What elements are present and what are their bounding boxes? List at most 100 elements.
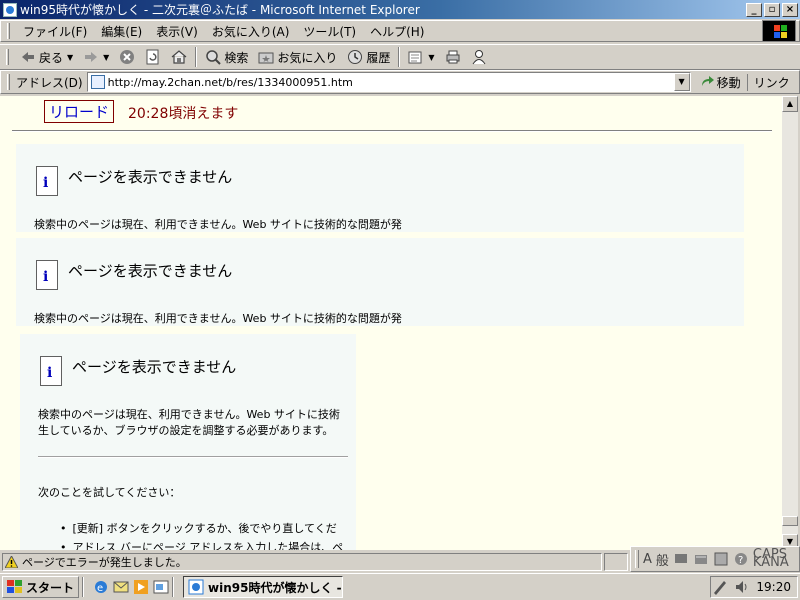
go-arrow-icon [699, 74, 715, 90]
menu-view[interactable]: 表示(V) [149, 23, 205, 40]
home-button[interactable] [166, 46, 192, 68]
page-scrollbar[interactable]: ▲ ▼ [782, 96, 798, 550]
error-title: ページを表示できません [68, 262, 233, 280]
reload-link[interactable]: リロード [44, 100, 115, 123]
ie-quicklaunch-icon[interactable]: e [93, 579, 109, 595]
links-button[interactable]: リンク [746, 73, 790, 91]
page-content: リロード 20:28頃消えます i ページを表示できません 検索中のページは現在… [0, 96, 782, 550]
history-icon [347, 49, 363, 65]
mail-button[interactable]: ▼ [403, 46, 439, 68]
menu-help[interactable]: ヘルプ(H) [363, 23, 431, 40]
menu-favorites[interactable]: お気に入り(A) [205, 23, 297, 40]
start-button[interactable]: スタート [2, 576, 80, 598]
scroll-thumb[interactable] [782, 516, 798, 526]
address-grip[interactable] [7, 74, 10, 90]
windows-logo-icon [762, 20, 796, 42]
menu-edit[interactable]: 編集(E) [94, 23, 149, 40]
ie-task-icon [188, 579, 204, 595]
messenger-button[interactable] [466, 46, 492, 68]
clock[interactable]: 19:20 [756, 580, 791, 594]
windows-flag-icon [7, 580, 23, 594]
menu-file[interactable]: ファイル(F) [16, 23, 94, 40]
ime-mode-label[interactable]: 般 [656, 550, 669, 569]
window-controls: _ ▫ × [744, 2, 798, 17]
history-button[interactable]: 履歴 [342, 46, 395, 68]
refresh-icon [145, 49, 161, 65]
kana-label: KANA [752, 555, 789, 570]
horizontal-rule [12, 130, 772, 132]
ime-help-icon[interactable]: ? [733, 551, 749, 567]
bullet-address-text: アドレス バーにページ アドレスを入力した場合は、ペ [72, 541, 344, 550]
svg-text:?: ? [738, 555, 743, 566]
error-body: 検索中のページは現在、利用できません。Web サイトに技術的な問題が発 [34, 218, 402, 231]
ime-tool-icon[interactable] [673, 551, 689, 567]
address-box: ▼ [86, 72, 691, 92]
refresh-button[interactable] [140, 46, 166, 68]
search-icon [205, 49, 222, 65]
system-tray: 19:20 [710, 576, 798, 598]
error-frame-2: i ページを表示できません 検索中のページは現在、利用できません。Web サイト… [16, 238, 744, 326]
info-icon: i [36, 166, 58, 196]
back-button[interactable]: 戻る ▼ [15, 46, 78, 68]
address-dropdown-button[interactable]: ▼ [673, 73, 690, 91]
ime-pad-icon[interactable] [693, 551, 709, 567]
search-button[interactable]: 検索 [200, 46, 253, 68]
forward-dropdown-icon[interactable]: ▼ [103, 53, 109, 62]
error-divider [38, 456, 348, 458]
favorites-label: お気に入り [277, 50, 338, 65]
menu-grip[interactable] [7, 23, 10, 39]
history-label: 履歴 [366, 50, 391, 65]
minimize-button[interactable]: _ [746, 2, 762, 17]
print-button[interactable] [440, 46, 466, 68]
toolbar-separator [398, 47, 401, 67]
forward-arrow-icon [83, 49, 99, 65]
error-title: ページを表示できません [68, 168, 233, 186]
back-label: 戻る [39, 50, 64, 65]
search-label: 検索 [224, 50, 249, 65]
scroll-up-button[interactable]: ▲ [782, 96, 798, 112]
error-frame-1: i ページを表示できません 検索中のページは現在、利用できません。Web サイト… [16, 144, 744, 232]
stop-icon [119, 49, 135, 65]
ime-input-mode-icon[interactable]: A [643, 552, 652, 567]
taskbar-separator [82, 577, 85, 597]
back-dropdown-icon[interactable]: ▼ [67, 53, 73, 62]
forward-button[interactable]: ▼ [78, 46, 114, 68]
error-body-line2: 生しているか、ブラウザの設定を調整する必要があります。 [38, 424, 334, 437]
media-player-quicklaunch-icon[interactable] [133, 579, 149, 595]
back-arrow-icon [20, 49, 36, 65]
task-ie-window[interactable]: win95時代が懐かしく -... [183, 576, 344, 598]
volume-icon[interactable] [734, 579, 750, 595]
status-panel: ページでエラーが発生しました。 [2, 553, 602, 571]
info-icon: i [36, 260, 58, 290]
status-text: ページでエラーが発生しました。 [22, 556, 187, 569]
warning-icon[interactable] [4, 554, 19, 569]
outlook-quicklaunch-icon[interactable] [113, 579, 129, 595]
home-icon [171, 49, 187, 65]
favorites-button[interactable]: お気に入り [253, 46, 342, 68]
expiry-text: 20:28頃消えます [128, 106, 239, 122]
error-title: ページを表示できません [72, 358, 237, 376]
page-icon [90, 75, 105, 89]
go-button[interactable]: 移動 [699, 74, 741, 91]
ime-grip[interactable] [635, 550, 639, 568]
go-label: 移動 [716, 75, 741, 90]
restore-button[interactable]: ▫ [764, 2, 780, 17]
close-button[interactable]: × [782, 2, 798, 17]
show-desktop-icon[interactable] [153, 579, 169, 595]
window-title: win95時代が懐かしく - 二次元裏＠ふたば - Microsoft Inte… [20, 3, 420, 17]
ie-app-icon[interactable] [3, 2, 17, 17]
svg-text:e: e [97, 583, 103, 594]
mail-icon [408, 49, 424, 65]
ime-dictionary-icon[interactable] [713, 551, 729, 567]
printer-icon [445, 49, 461, 65]
stop-button[interactable] [114, 46, 140, 68]
toolbar-grip[interactable] [6, 49, 9, 65]
menu-tools[interactable]: ツール(T) [296, 23, 363, 40]
ime-caps-kana: CAPS KANA [752, 548, 789, 570]
toolbar-separator [195, 47, 198, 67]
mail-dropdown-icon[interactable]: ▼ [428, 53, 434, 62]
address-label: アドレス(D) [16, 75, 83, 90]
pen-ime-icon[interactable] [712, 579, 728, 595]
address-input[interactable] [107, 74, 668, 90]
bullet-refresh: • [更新] ボタンをクリックするか、後でやり直してくだ [60, 522, 337, 535]
